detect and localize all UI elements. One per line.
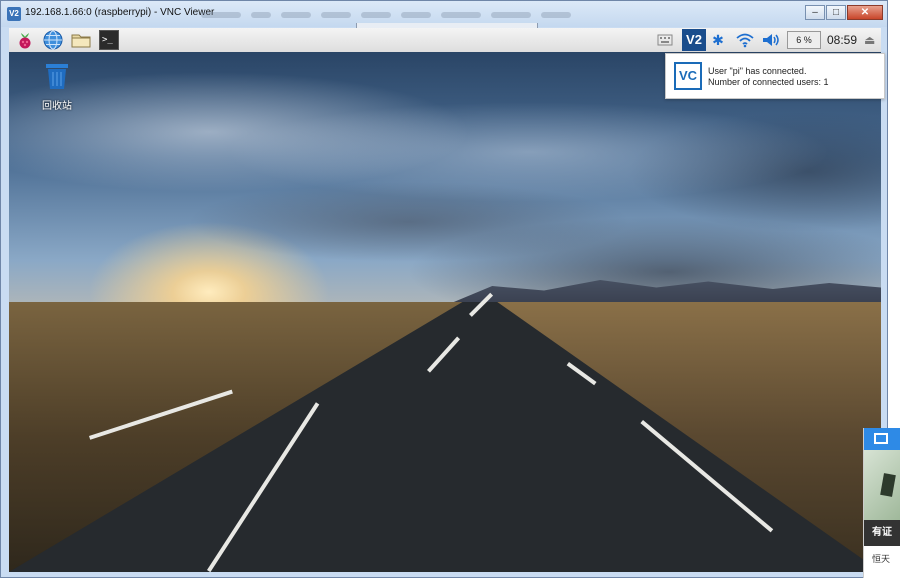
trash-label: 回收站 — [42, 101, 72, 112]
window-title: 192.168.1.66:0 (raspberrypi) - VNC Viewe… — [25, 7, 215, 18]
vnc-app-icon: V2 — [7, 7, 21, 21]
desktop[interactable]: 回收站 — [9, 52, 881, 572]
trash-desktop-item[interactable]: 回收站 — [37, 62, 77, 112]
browser-globe-icon[interactable] — [43, 30, 63, 50]
side-widget-text: 恒天 — [872, 554, 891, 564]
notification-line-2: Number of connected users: 1 — [708, 77, 829, 87]
raspberry-pi-panel: >_ V2 ✱ 6 % 08:59 ⏏ — [9, 28, 881, 53]
trash-can-icon — [46, 64, 68, 89]
volume-icon[interactable] — [761, 32, 781, 48]
cpu-usage-monitor[interactable]: 6 % — [787, 31, 821, 49]
bluetooth-icon[interactable]: ✱ — [711, 31, 725, 49]
minimize-button[interactable]: – — [805, 5, 825, 20]
eject-icon[interactable]: ⏏ — [864, 33, 875, 47]
maximize-button[interactable]: □ — [826, 5, 846, 20]
blurred-taskbar-strip — [201, 5, 651, 23]
connection-notification[interactable]: VC User "pi" has connected. Number of co… — [665, 53, 885, 99]
file-manager-folder-icon[interactable] — [71, 30, 91, 50]
side-widget-image — [864, 450, 900, 520]
wifi-icon[interactable] — [735, 32, 755, 48]
side-widget-header[interactable] — [864, 428, 900, 450]
floating-side-widget[interactable]: 有证 恒天 — [863, 428, 900, 578]
close-button[interactable]: ✕ — [847, 5, 883, 20]
message-icon — [874, 433, 888, 444]
keyboard-icon[interactable] — [657, 33, 673, 47]
terminal-icon[interactable]: >_ — [99, 30, 119, 50]
vnc-logo-icon: VC — [674, 62, 702, 90]
terminal-glyph: >_ — [102, 35, 113, 45]
clock[interactable]: 08:59 — [827, 33, 857, 47]
side-widget-band: 有证 — [864, 520, 900, 546]
raspberry-menu-icon[interactable] — [15, 30, 35, 50]
notification-line-1: User "pi" has connected. — [708, 66, 807, 76]
vnc-server-tray-icon[interactable]: V2 — [682, 29, 706, 51]
